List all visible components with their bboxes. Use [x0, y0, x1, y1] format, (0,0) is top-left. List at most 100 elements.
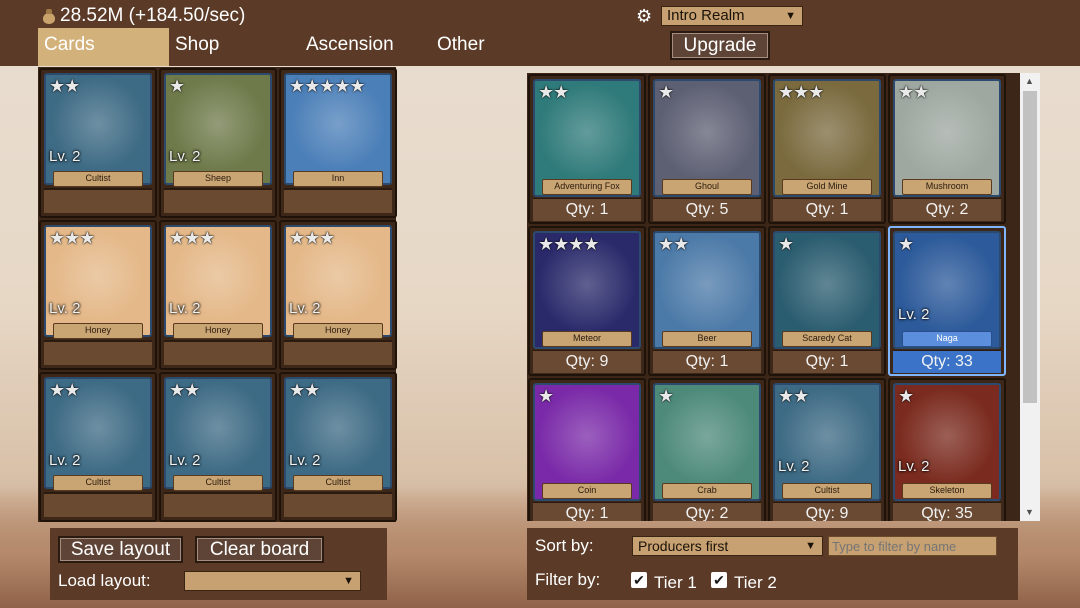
- star-rating-icon: ★: [658, 82, 674, 102]
- card-name: Honey: [53, 323, 143, 339]
- collection-scrollbar[interactable]: ▲ ▼: [1020, 73, 1040, 521]
- tab-other[interactable]: Other: [431, 28, 491, 66]
- star-rating-icon: ★★★: [169, 228, 215, 248]
- card-coin[interactable]: ★ Coin Qty: 1: [528, 378, 646, 521]
- card-base: [164, 492, 272, 517]
- card-name: Honey: [293, 323, 383, 339]
- star-rating-icon: ★★★★: [538, 234, 600, 254]
- star-rating-icon: ★★★: [49, 228, 95, 248]
- gear-icon[interactable]: ⚙: [636, 7, 654, 25]
- card-beer[interactable]: ★★ Beer Qty: 1: [648, 226, 766, 376]
- star-rating-icon: ★★: [778, 386, 809, 406]
- star-rating-icon: ★: [778, 234, 794, 254]
- star-rating-icon: ★★: [538, 82, 569, 102]
- tab-shop[interactable]: Shop: [169, 28, 300, 66]
- card-crab[interactable]: ★ Crab Qty: 2: [648, 378, 766, 521]
- card-gold-mine[interactable]: ★★★ Gold Mine Qty: 1: [768, 74, 886, 224]
- card-quantity: Qty: 1: [653, 350, 761, 373]
- star-rating-icon: ★★★: [289, 228, 335, 248]
- scroll-thumb[interactable]: [1023, 91, 1037, 403]
- tier1-label: Tier 1: [654, 573, 697, 592]
- card-cultist[interactable]: ★★ Lv. 2 Cultist: [159, 372, 277, 522]
- card-name: Cultist: [293, 475, 383, 491]
- card-collection: ★★ Adventuring Fox Qty: 1 ★ Ghoul Qty: 5 ★★★ Go…: [527, 73, 1040, 521]
- card-mushroom[interactable]: ★★ Mushroom Qty: 2: [888, 74, 1006, 224]
- card-level: Lv. 2: [778, 458, 810, 475]
- tier1-checkbox[interactable]: ✔: [631, 572, 647, 588]
- filter-label: Filter by:: [535, 570, 601, 589]
- chevron-down-icon: ▼: [805, 540, 816, 552]
- card-adventuring-fox[interactable]: ★★ Adventuring Fox Qty: 1: [528, 74, 646, 224]
- chevron-down-icon: ▼: [343, 575, 354, 587]
- card-name: Skeleton: [902, 483, 992, 499]
- card-name: Adventuring Fox: [542, 179, 632, 195]
- star-rating-icon: ★: [169, 76, 185, 96]
- card-base: [44, 188, 152, 213]
- sort-select-value: Producers first: [638, 538, 729, 554]
- save-layout-button[interactable]: Save layout: [58, 536, 183, 563]
- tier2-checkbox[interactable]: ✔: [711, 572, 727, 588]
- card-quantity: Qty: 33: [893, 350, 1001, 373]
- tab-ascension[interactable]: Ascension: [300, 28, 431, 66]
- card-base: [164, 340, 272, 365]
- card-cultist[interactable]: ★★ Lv. 2 Cultist Qty: 9: [768, 378, 886, 521]
- realm-select-value: Intro Realm: [667, 7, 745, 24]
- realm-select[interactable]: Intro Realm ▼: [661, 6, 803, 26]
- upgrade-button[interactable]: Upgrade: [670, 31, 770, 60]
- card-meteor[interactable]: ★★★★ Meteor Qty: 9: [528, 226, 646, 376]
- card-level: Lv. 2: [898, 458, 930, 475]
- load-layout-label: Load layout:: [58, 571, 151, 590]
- card-quantity: Qty: 2: [653, 502, 761, 521]
- load-layout-select[interactable]: ▼: [184, 571, 361, 591]
- card-name: Honey: [173, 323, 263, 339]
- card-honey[interactable]: ★★★ Lv. 2 Honey: [39, 220, 157, 370]
- card-name: Inn: [293, 171, 383, 187]
- scroll-down-icon[interactable]: ▼: [1025, 507, 1034, 517]
- top-bar: 28.52M (+184.50/sec) Cards Shop Ascensio…: [0, 0, 1080, 66]
- card-name: Cultist: [782, 483, 872, 499]
- card-level: Lv. 2: [898, 306, 930, 323]
- name-filter-input[interactable]: [828, 536, 997, 556]
- card-ghoul[interactable]: ★ Ghoul Qty: 5: [648, 74, 766, 224]
- star-rating-icon: ★★: [49, 76, 80, 96]
- card-quantity: Qty: 1: [533, 502, 641, 521]
- clear-board-button[interactable]: Clear board: [195, 536, 324, 563]
- card-level: Lv. 2: [49, 452, 81, 469]
- money-bag-icon: [42, 8, 56, 24]
- card-name: Cultist: [53, 171, 143, 187]
- card-quantity: Qty: 1: [773, 198, 881, 221]
- card-inn[interactable]: ★★★★★ Inn: [279, 68, 397, 218]
- star-rating-icon: ★★: [658, 234, 689, 254]
- card-quantity: Qty: 1: [773, 350, 881, 373]
- card-naga[interactable]: ★ Lv. 2 Naga Qty: 33: [888, 226, 1006, 376]
- card-skeleton[interactable]: ★ Lv. 2 Skeleton Qty: 35: [888, 378, 1006, 521]
- card-name: Cultist: [53, 475, 143, 491]
- scroll-up-icon[interactable]: ▲: [1025, 76, 1034, 86]
- card-name: Ghoul: [662, 179, 752, 195]
- card-cultist[interactable]: ★★ Lv. 2 Cultist: [39, 68, 157, 218]
- card-honey[interactable]: ★★★ Lv. 2 Honey: [279, 220, 397, 370]
- card-quantity: Qty: 35: [893, 502, 1001, 521]
- tab-cards[interactable]: Cards: [38, 28, 169, 66]
- layout-panel: Save layout Clear board Load layout: ▼: [50, 528, 387, 600]
- card-level: Lv. 2: [49, 300, 81, 317]
- star-rating-icon: ★★★★★: [289, 76, 366, 96]
- sort-select[interactable]: Producers first ▼: [632, 536, 823, 556]
- card-name: Sheep: [173, 171, 263, 187]
- card-cultist[interactable]: ★★ Lv. 2 Cultist: [39, 372, 157, 522]
- card-quantity: Qty: 1: [533, 198, 641, 221]
- card-honey[interactable]: ★★★ Lv. 2 Honey: [159, 220, 277, 370]
- card-base: [284, 188, 392, 213]
- card-cultist[interactable]: ★★ Lv. 2 Cultist: [279, 372, 397, 522]
- card-name: Cultist: [173, 475, 263, 491]
- star-rating-icon: ★: [898, 234, 914, 254]
- card-sheep[interactable]: ★ Lv. 2 Sheep: [159, 68, 277, 218]
- card-quantity: Qty: 9: [773, 502, 881, 521]
- card-base: [44, 492, 152, 517]
- star-rating-icon: ★★: [898, 82, 929, 102]
- card-board: ★★ Lv. 2 Cultist ★ Lv. 2 Sheep ★★★★★ Inn ★★★ Lv. …: [38, 67, 397, 522]
- card-level: Lv. 2: [169, 148, 201, 165]
- card-scaredy-cat[interactable]: ★ Scaredy Cat Qty: 1: [768, 226, 886, 376]
- sort-filter-panel: Sort by: Producers first ▼ Filter by: ✔ …: [527, 528, 1018, 600]
- star-rating-icon: ★★: [289, 380, 320, 400]
